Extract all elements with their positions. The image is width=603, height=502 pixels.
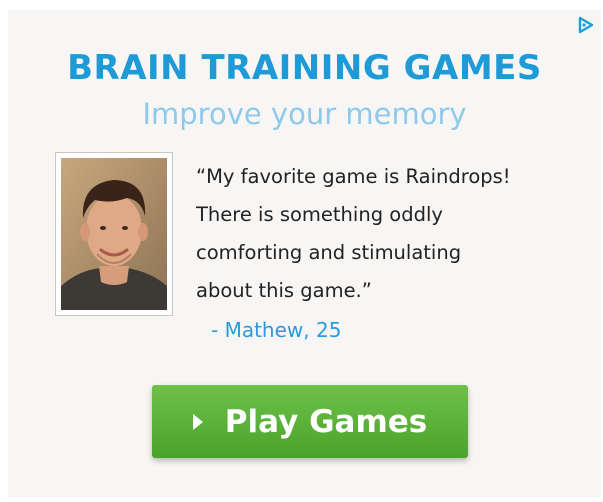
adchoices-icon[interactable] xyxy=(577,16,595,34)
quote-line: “My favorite game is Raindrops! xyxy=(196,165,511,188)
play-games-button[interactable]: Play Games xyxy=(152,385,468,458)
quote-line: There is something oddly xyxy=(196,203,443,226)
quote-line: about this game.” xyxy=(196,279,372,302)
play-arrow-icon xyxy=(192,413,203,430)
testimonial-quote: “My favorite game is Raindrops! There is… xyxy=(196,158,596,310)
ad-title: BRAIN TRAINING GAMES xyxy=(67,48,542,88)
testimonial-author: - Mathew, 25 xyxy=(211,318,342,342)
ad-subtitle: Improve your memory xyxy=(142,97,467,131)
ad-panel[interactable]: BRAIN TRAINING GAMES Improve your memory… xyxy=(8,10,601,498)
testimonial-photo xyxy=(55,152,173,316)
play-games-label: Play Games xyxy=(224,403,428,440)
quote-line: comforting and stimulating xyxy=(196,241,462,264)
